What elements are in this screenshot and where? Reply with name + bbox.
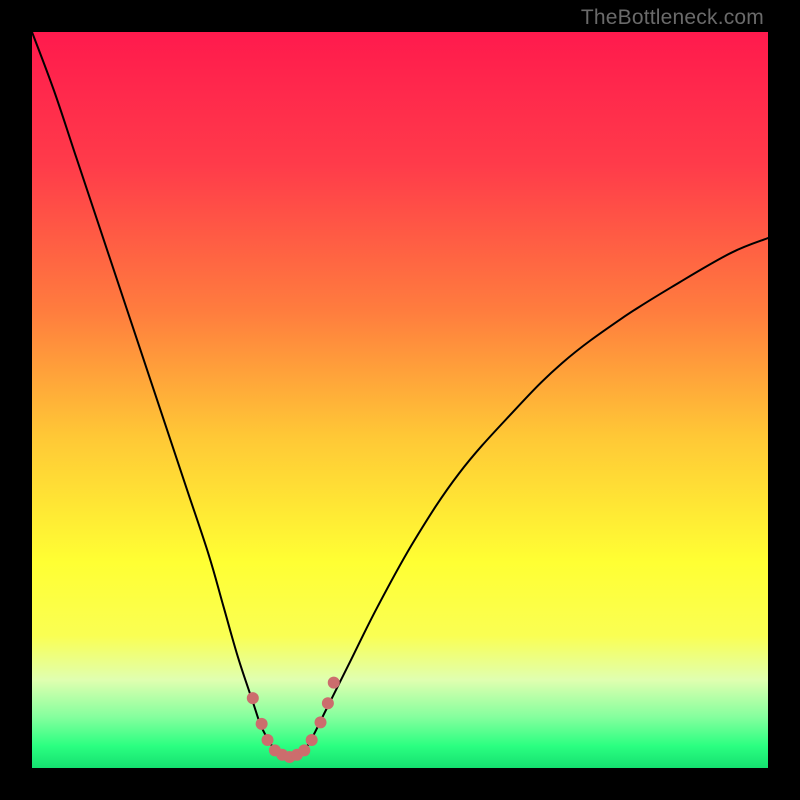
watermark-text: TheBottleneck.com [581, 6, 764, 30]
threshold-dot [315, 716, 327, 728]
curve-layer [32, 32, 768, 768]
threshold-dot [298, 744, 310, 756]
threshold-dot [306, 734, 318, 746]
threshold-dot [262, 734, 274, 746]
bottleneck-curve [32, 32, 768, 757]
threshold-dot [256, 718, 268, 730]
threshold-dot [322, 697, 334, 709]
threshold-dot [328, 677, 340, 689]
outer-frame: TheBottleneck.com [0, 0, 800, 800]
threshold-dot [247, 692, 259, 704]
plot-area [32, 32, 768, 768]
